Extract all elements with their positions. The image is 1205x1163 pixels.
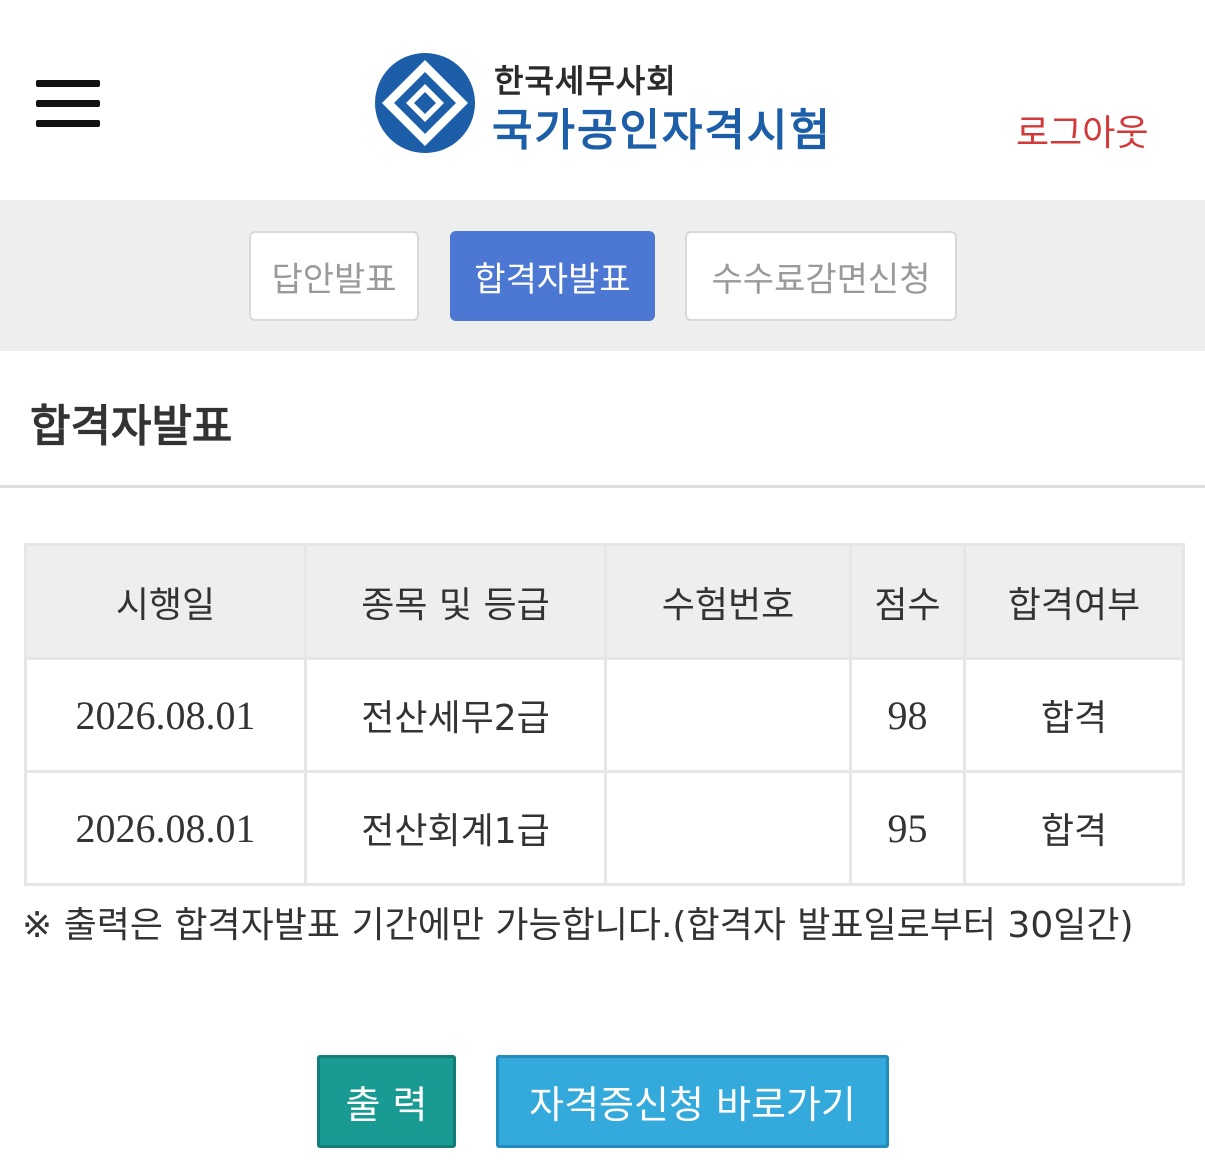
table-row: 2026.08.01 전산회계1급 95 합격 [24,770,1185,886]
page-title: 합격자발표 [30,401,233,452]
logo-title: 국가공인자격시험 [492,105,832,156]
header-pass-status: 합격여부 [963,543,1185,660]
header-score: 점수 [849,543,966,660]
tab-bar: 답안발표 합격자발표 수수료감면신청 [0,200,1205,351]
print-notice: ※ 출력은 합격자발표 기간에만 가능합니다.(합격자 발표일로부터 30일간) [22,905,1134,946]
cell-score: 98 [849,657,966,773]
hamburger-menu-icon[interactable] [36,80,100,128]
tab-pass-announcement[interactable]: 합격자발표 [450,231,655,321]
certificate-apply-button[interactable]: 자격증신청 바로가기 [496,1055,889,1148]
cell-exam-date: 2026.08.01 [24,770,307,886]
table-row: 2026.08.01 전산세무2급 98 합격 [24,657,1185,773]
header-exam-number: 수험번호 [604,543,852,660]
cell-exam-number [604,770,852,886]
divider [0,485,1205,488]
cell-pass-status: 합격 [963,770,1185,886]
header-subject-grade: 종목 및 등급 [304,543,607,660]
cell-subject: 전산세무2급 [304,657,607,773]
header-exam-date: 시행일 [24,543,307,660]
print-button[interactable]: 출 력 [317,1055,456,1148]
cell-subject: 전산회계1급 [304,770,607,886]
site-logo[interactable]: 한국세무사회 국가공인자격시험 [372,48,842,158]
tab-fee-reduction[interactable]: 수수료감면신청 [685,231,957,321]
site-header: 한국세무사회 국가공인자격시험 로그아웃 [0,0,1205,200]
table-header-row: 시행일 종목 및 등급 수험번호 점수 합격여부 [24,543,1185,660]
logout-link[interactable]: 로그아웃 [1016,104,1148,156]
result-table: 시행일 종목 및 등급 수험번호 점수 합격여부 2026.08.01 전산세무… [24,543,1185,886]
cell-exam-number [604,657,852,773]
cell-pass-status: 합격 [963,657,1185,773]
diamond-emblem-icon [375,53,475,153]
cell-exam-date: 2026.08.01 [24,657,307,773]
cell-score: 95 [849,770,966,886]
tab-answer-announcement[interactable]: 답안발표 [249,231,419,321]
